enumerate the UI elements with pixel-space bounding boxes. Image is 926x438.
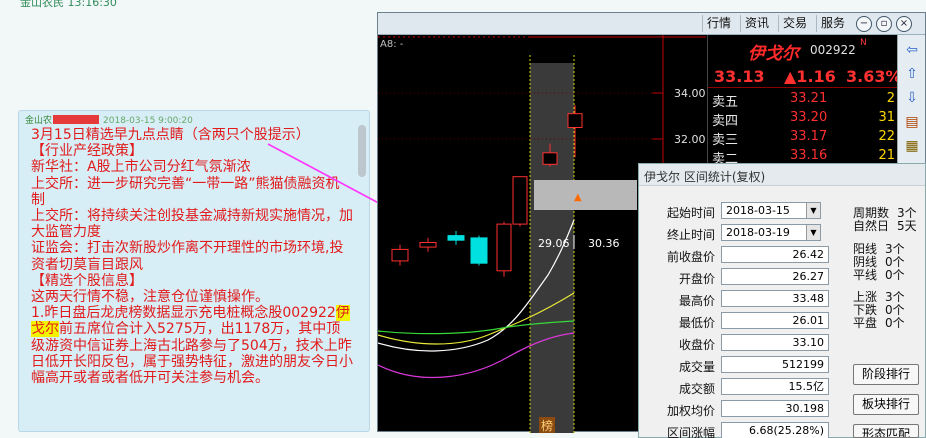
window-titlebar: 行情 资讯 交易 服务 − ▫ × [378, 13, 925, 35]
pattern-match-button[interactable]: 形态匹配 [853, 424, 919, 438]
end-date-select[interactable]: 2018-03-19 ▼ [721, 224, 821, 241]
svg-text:▲: ▲ [574, 192, 582, 203]
axis-label-34: 34.00 [674, 87, 706, 100]
chevron-down-icon[interactable]: ▼ [806, 203, 820, 218]
menu-quotes[interactable]: 行情 [702, 15, 735, 32]
stock-name: 伊戈尔 [748, 44, 799, 64]
menu-trade[interactable]: 交易 [778, 15, 811, 32]
natural-days-label: 自然日 [853, 219, 890, 233]
start-date-select[interactable]: 2018-03-15 ▼ [721, 202, 821, 219]
stage-rank-button[interactable]: 阶段排行 [853, 364, 919, 385]
stat-label: 开盘价 [678, 272, 715, 286]
new-stock-flag: N [860, 38, 867, 48]
tooltip-band [534, 180, 637, 210]
stat-value: 15.5亿 [721, 378, 829, 395]
minimize-icon[interactable]: − [856, 16, 872, 32]
dialog-header: 伊戈尔 区间统计(复权) [639, 164, 925, 186]
stat-label: 最低价 [678, 316, 715, 330]
stat-value: 26.01 [721, 312, 829, 329]
close-icon[interactable]: × [896, 16, 912, 32]
last-price: 33.13 [714, 67, 765, 86]
tooltip-left-value: 29.06 [538, 237, 570, 250]
flat-label: 平线 [853, 268, 878, 282]
chevron-down-icon[interactable]: ▼ [806, 225, 820, 240]
ask-row: 卖五 33.21 2 [712, 91, 895, 110]
price-change-pct: 3.63% [846, 67, 902, 86]
stat-value: 26.42 [721, 246, 829, 263]
stat-label: 区间涨幅 [666, 426, 715, 438]
flat-value: 0个 [885, 268, 905, 282]
stat-label: 成交量 [678, 360, 715, 374]
report-icon[interactable]: ▤ [903, 113, 921, 131]
menu-news[interactable]: 资讯 [740, 15, 773, 32]
candle-body [496, 223, 512, 272]
list-mark-badge: 榜 [541, 418, 553, 433]
stat-value: 33.48 [721, 290, 829, 307]
price-change: ▲1.16 [784, 67, 836, 86]
tooltip-right-value: 30.36 [588, 237, 620, 250]
level-value: 0个 [885, 316, 905, 330]
candle-body [512, 176, 528, 225]
stat-label: 前收盘价 [666, 250, 715, 264]
stat-value: 6.68(25.28%) [721, 422, 829, 438]
stat-label: 收盘价 [678, 338, 715, 352]
stat-value: 512199 [721, 356, 829, 373]
arrow-down-icon[interactable]: ⇩ [903, 89, 921, 107]
stat-value: 33.10 [721, 334, 829, 351]
sector-rank-button[interactable]: 板块排行 [853, 394, 919, 415]
candle-body [567, 113, 583, 128]
grid-icon[interactable]: ▦ [903, 137, 921, 155]
ask-row: 卖三 33.17 22 [712, 129, 895, 148]
candle-body [419, 242, 437, 248]
stock-code: 002922 [810, 43, 856, 57]
chart-top-label: A8: - [380, 39, 404, 50]
stat-label: 加权均价 [666, 404, 715, 418]
arrow-left-icon[interactable]: ⇦ [903, 41, 921, 59]
candle-body [470, 237, 488, 264]
natural-days-value: 5天 [897, 219, 917, 233]
dialog-title: 伊戈尔 区间统计(复权) [644, 170, 766, 184]
menu-service[interactable]: 服务 [816, 15, 849, 32]
stat-label: 最高价 [678, 294, 715, 308]
candle-body [542, 152, 558, 165]
candle-body [447, 235, 465, 241]
candle-body [391, 248, 409, 262]
end-time-label: 终止时间 [666, 228, 715, 242]
interval-stats-dialog: 伊戈尔 区间统计(复权) 起始时间 2018-03-15 ▼ 终止时间 2018-… [638, 163, 926, 438]
level-label: 平盘 [853, 316, 878, 330]
restore-icon[interactable]: ▫ [876, 16, 892, 32]
stat-value: 26.27 [721, 268, 829, 285]
stat-label: 成交额 [678, 382, 715, 396]
arrow-up-icon[interactable]: ⇧ [903, 65, 921, 83]
axis-label-32: 32.00 [674, 133, 706, 146]
stat-value: 30.198 [721, 400, 829, 417]
ask-row: 卖四 33.20 31 [712, 110, 895, 129]
start-time-label: 起始时间 [666, 206, 715, 220]
